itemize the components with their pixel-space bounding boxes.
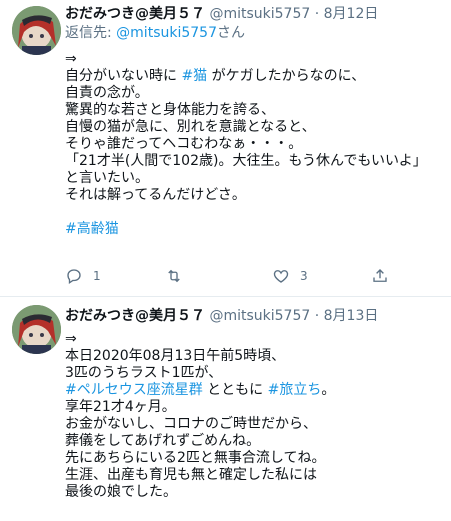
author-handle[interactable]: @mitsuki5757 <box>209 6 310 22</box>
text-segment: お金がないし、コロナのご時世だから、 <box>65 416 317 432</box>
text-segment: ⇒ <box>65 331 77 347</box>
share-button[interactable] <box>371 265 389 287</box>
tweet-text: ⇒ 自分がいない時に #猫 がケガしたからなのに、 自責の念が。 驚異的な若さと身体能… <box>65 51 445 238</box>
text-segment: がケガしたからなのに、 <box>207 68 366 84</box>
author-name[interactable]: おだみつき@美月５７ <box>65 6 205 22</box>
action-bar: 1 3 <box>65 265 395 287</box>
text-segment: 。 <box>321 382 336 398</box>
tweet-text-line: #ペルセウス座流星群 とともに #旅立ち。 <box>65 382 445 399</box>
text-segment: 3匹のうちラスト1匹が、 <box>65 365 223 381</box>
tweet-text-line: 本日2020年08月13日午前5時頃、 <box>65 348 445 365</box>
hashtag-link[interactable]: #高齢猫 <box>65 221 119 237</box>
text-segment: 最後の娘でした。 <box>65 484 177 500</box>
reply-to-link[interactable]: @mitsuki5757 <box>116 25 217 41</box>
avatar[interactable] <box>12 305 61 354</box>
tweet-text-line: 「21才半(人間で102歳)。大往生。もう休んでもいいよ」 <box>65 153 445 170</box>
like-button[interactable]: 3 <box>272 265 308 287</box>
text-segment: と言いたい。 <box>65 170 149 186</box>
tweet[interactable]: おだみつき@美月５７ @mitsuki5757 · 8月12日 返信先: @mi… <box>0 0 451 297</box>
tweet-text-line: と言いたい。 <box>65 170 445 187</box>
tweet-text-line: 自慢の猫が急に、別れを意識となると、 <box>65 119 445 136</box>
reply-suffix: さん <box>216 25 245 41</box>
reply-context: 返信先: @mitsuki5757さん <box>65 23 245 43</box>
tweet-text-line: ⇒ <box>65 331 445 348</box>
tweet-text-line: 3匹のうちラスト1匹が、 <box>65 365 445 382</box>
text-segment: とともに <box>202 382 268 398</box>
tweet-date[interactable]: 8月12日 <box>324 6 379 22</box>
retweet-button[interactable] <box>165 265 193 287</box>
text-segment: 自分がいない時に <box>65 68 182 84</box>
tweet-text-line: #高齢猫 <box>65 221 445 238</box>
retweet-icon <box>168 269 180 283</box>
hashtag-link[interactable]: #猫 <box>181 68 207 84</box>
like-icon <box>273 270 289 283</box>
reply-prefix: 返信先: <box>65 25 117 41</box>
hashtag-link[interactable]: #旅立ち <box>268 382 322 398</box>
text-segment: 「21才半(人間で102歳)。大往生。もう休んでもいいよ」 <box>65 153 427 169</box>
reply-count: 1 <box>93 269 101 283</box>
tweet-header: おだみつき@美月５７ @mitsuki5757 · 8月12日 <box>65 4 378 24</box>
tweet-text-line: それは解ってるんだけどさ。 <box>65 187 445 204</box>
tweet-date[interactable]: 8月13日 <box>324 308 379 324</box>
tweet-text-line: 最後の娘でした。 <box>65 484 445 501</box>
text-segment: 自慢の猫が急に、別れを意識となると、 <box>65 119 316 135</box>
text-segment: 先にあちらにいる2匹と無事合流してね。 <box>65 450 326 466</box>
share-icon <box>373 269 387 282</box>
reply-button[interactable]: 1 <box>65 265 101 287</box>
hashtag-link[interactable]: #ペルセウス座流星群 <box>65 382 203 398</box>
text-segment: 享年21才4ヶ月。 <box>65 399 176 415</box>
tweet-text-line: 葬儀をしてあげれずごめんね。 <box>65 433 445 450</box>
avatar[interactable] <box>12 6 61 55</box>
separator-dot: · <box>314 308 320 324</box>
text-segment: 自責の念が。 <box>65 85 149 101</box>
tweet-header: おだみつき@美月５７ @mitsuki5757 · 8月13日 <box>65 306 378 326</box>
like-count: 3 <box>300 269 308 283</box>
text-segment: 生涯、出産も育児も無と確定した私には <box>65 467 317 483</box>
text-segment: 本日2020年08月13日午前5時頃、 <box>65 348 286 364</box>
text-segment: そりゃ誰だってヘコむわなぁ・・・。 <box>65 136 303 152</box>
text-segment: ⇒ <box>65 51 77 67</box>
tweet-text-line <box>65 204 445 221</box>
text-segment: 葬儀をしてあげれずごめんね。 <box>65 433 261 449</box>
tweet-text-line: 驚異的な若さと身体能力を誇る、 <box>65 102 445 119</box>
tweet-text-line: 自責の念が。 <box>65 85 445 102</box>
tweet-text-line: そりゃ誰だってヘコむわなぁ・・・。 <box>65 136 445 153</box>
tweet-text-line: 先にあちらにいる2匹と無事合流してね。 <box>65 450 445 467</box>
author-name[interactable]: おだみつき@美月５７ <box>65 308 205 324</box>
tweet-text-line: 生涯、出産も育児も無と確定した私には <box>65 467 445 484</box>
tweet-text-line: 自分がいない時に #猫 がケガしたからなのに、 <box>65 68 445 85</box>
reply-icon <box>67 269 81 285</box>
separator-dot: · <box>314 6 320 22</box>
tweet-text-line: 享年21才4ヶ月。 <box>65 399 445 416</box>
tweet-text: ⇒ 本日2020年08月13日午前5時頃、 3匹のうちラスト1匹が、 #ペルセウス座流… <box>65 331 445 501</box>
text-segment: 驚異的な若さと身体能力を誇る、 <box>65 102 275 118</box>
tweet-text-line: お金がないし、コロナのご時世だから、 <box>65 416 445 433</box>
tweet-text-line: ⇒ <box>65 51 445 68</box>
text-segment: それは解ってるんだけどさ。 <box>65 187 246 203</box>
author-handle[interactable]: @mitsuki5757 <box>209 308 310 324</box>
tweet[interactable]: おだみつき@美月５７ @mitsuki5757 · 8月13日 ⇒ 本日2020年… <box>0 297 451 521</box>
